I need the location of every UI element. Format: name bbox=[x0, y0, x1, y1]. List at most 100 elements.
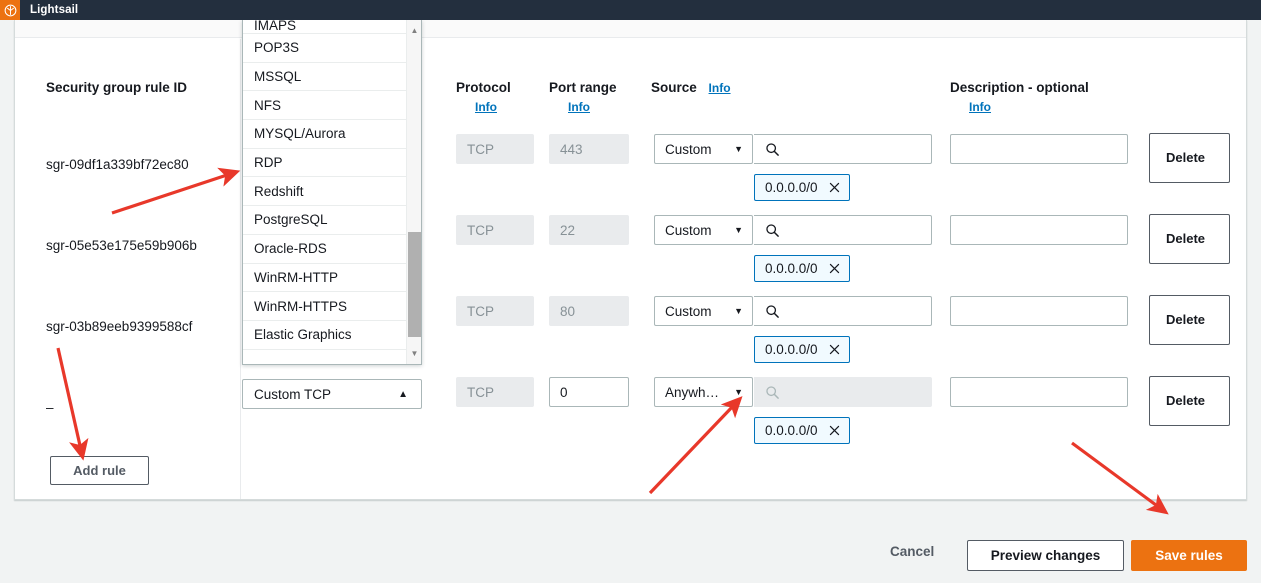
delete-rule-button[interactable]: Delete bbox=[1149, 214, 1230, 264]
protocol-option[interactable]: PostgreSQL bbox=[243, 206, 408, 235]
port-range-field: 80 bbox=[549, 296, 629, 326]
card-header: Inbound rules Info bbox=[15, 20, 1246, 38]
search-icon bbox=[766, 223, 779, 237]
column-header-port-range: Port range Info bbox=[549, 80, 617, 114]
inbound-rules-card: Inbound rules Info Security group rule I… bbox=[14, 20, 1247, 500]
search-icon bbox=[766, 385, 779, 399]
description-input[interactable] bbox=[950, 215, 1128, 245]
protocol-option[interactable]: Oracle-RDS bbox=[243, 235, 408, 264]
protocol-field: TCP bbox=[456, 377, 534, 407]
source-type-value: Custom bbox=[665, 303, 712, 319]
port-range-field: 443 bbox=[549, 134, 629, 164]
rule-id-column-header: Security group rule ID bbox=[46, 80, 188, 95]
description-input[interactable] bbox=[950, 134, 1128, 164]
protocol-option[interactable]: POP3S bbox=[243, 34, 408, 63]
protocol-option[interactable]: IMAPS bbox=[243, 20, 408, 34]
source-info-link[interactable]: Info bbox=[709, 81, 731, 95]
source-type-select[interactable]: Custom ▼ bbox=[654, 215, 753, 245]
close-icon[interactable] bbox=[828, 343, 841, 356]
source-token-label: 0.0.0.0/0 bbox=[765, 342, 818, 357]
port-range-field: 22 bbox=[549, 215, 629, 245]
description-input[interactable] bbox=[950, 296, 1128, 326]
protocol-option[interactable]: WinRM-HTTP bbox=[243, 264, 408, 293]
protocol-option[interactable]: WinRM-HTTPS bbox=[243, 292, 408, 321]
chevron-down-icon: ▼ bbox=[734, 144, 743, 154]
column-header-description: Description - optional Info bbox=[950, 80, 1089, 114]
source-token[interactable]: 0.0.0.0/0 bbox=[754, 255, 850, 282]
preview-changes-button[interactable]: Preview changes bbox=[967, 540, 1124, 571]
source-token-label: 0.0.0.0/0 bbox=[765, 180, 818, 195]
search-icon bbox=[766, 142, 779, 156]
delete-rule-button[interactable]: Delete bbox=[1149, 376, 1230, 426]
column-header-description-label: Description - optional bbox=[950, 80, 1089, 95]
protocol-info-link[interactable]: Info bbox=[475, 100, 511, 114]
chevron-down-icon: ▼ bbox=[734, 225, 743, 235]
close-icon[interactable] bbox=[828, 181, 841, 194]
column-header-source: Source Info bbox=[651, 80, 731, 95]
lightsail-icon bbox=[0, 0, 20, 20]
scroll-down-icon[interactable]: ▼ bbox=[407, 346, 421, 361]
rule-row: TCP 443 Custom ▼ 0.0.0.0/0 Delete bbox=[442, 133, 1248, 215]
save-rules-button[interactable]: Save rules bbox=[1131, 540, 1247, 571]
column-header-port-range-label: Port range bbox=[549, 80, 617, 95]
protocol-option[interactable]: NFS bbox=[243, 91, 408, 121]
chevron-down-icon: ▼ bbox=[734, 387, 743, 397]
protocol-option[interactable]: RDP bbox=[243, 149, 408, 178]
protocol-option[interactable]: MYSQL/Aurora bbox=[243, 120, 408, 149]
port-range-info-link[interactable]: Info bbox=[568, 100, 617, 114]
source-token[interactable]: 0.0.0.0/0 bbox=[754, 174, 850, 201]
protocol-option[interactable]: MSSQL bbox=[243, 63, 408, 92]
source-search-input[interactable] bbox=[754, 215, 932, 245]
rule-id-value: sgr-05e53e175e59b906b bbox=[46, 238, 197, 253]
rule-row: TCP 0 Anywh… ▼ 0.0.0.0/0 Delete bbox=[442, 376, 1248, 458]
source-token-label: 0.0.0.0/0 bbox=[765, 261, 818, 276]
source-type-select[interactable]: Custom ▼ bbox=[654, 134, 753, 164]
rule-id-value: sgr-03b89eeb9399588cf bbox=[46, 319, 193, 334]
rule-row: TCP 22 Custom ▼ 0.0.0.0/0 Delete bbox=[442, 214, 1248, 296]
column-header-protocol-label: Protocol bbox=[456, 80, 511, 95]
footer-actions: Cancel Preview changes Save rules bbox=[0, 516, 1261, 583]
delete-rule-button[interactable]: Delete bbox=[1149, 133, 1230, 183]
window-title-bar: Lightsail bbox=[0, 0, 1261, 20]
source-type-select[interactable]: Anywh… ▼ bbox=[654, 377, 753, 407]
close-icon[interactable] bbox=[828, 424, 841, 437]
source-type-value: Anywh… bbox=[665, 384, 720, 400]
protocol-field: TCP bbox=[456, 134, 534, 164]
protocol-option-list: IMAPS POP3S MSSQL NFS MYSQL/Aurora RDP R… bbox=[243, 20, 408, 364]
source-type-value: Custom bbox=[665, 222, 712, 238]
add-rule-button[interactable]: Add rule bbox=[50, 456, 149, 485]
protocol-option[interactable]: Redshift bbox=[243, 177, 408, 207]
column-header-protocol: Protocol Info bbox=[456, 80, 511, 114]
rules-grid: Protocol Info Port range Info Source Inf… bbox=[442, 39, 1248, 499]
chevron-down-icon: ▼ bbox=[734, 306, 743, 316]
close-icon[interactable] bbox=[828, 262, 841, 275]
source-search-input[interactable] bbox=[754, 296, 932, 326]
description-info-link[interactable]: Info bbox=[969, 100, 1089, 114]
rule-id-value: sgr-09df1a339bf72ec80 bbox=[46, 157, 189, 172]
source-token-label: 0.0.0.0/0 bbox=[765, 423, 818, 438]
cancel-button[interactable]: Cancel bbox=[890, 544, 934, 559]
rule-id-column: Security group rule ID sgr-09df1a339bf72… bbox=[15, 39, 241, 499]
scrollbar-thumb[interactable] bbox=[408, 232, 421, 337]
rule-row: TCP 80 Custom ▼ 0.0.0.0/0 Delete bbox=[442, 295, 1248, 377]
source-search-input[interactable] bbox=[754, 134, 932, 164]
protocol-dropdown-list[interactable]: IMAPS POP3S MSSQL NFS MYSQL/Aurora RDP R… bbox=[242, 20, 422, 365]
chevron-up-icon: ▲ bbox=[398, 388, 408, 400]
source-token[interactable]: 0.0.0.0/0 bbox=[754, 336, 850, 363]
description-input[interactable] bbox=[950, 377, 1128, 407]
source-token[interactable]: 0.0.0.0/0 bbox=[754, 417, 850, 444]
source-type-value: Custom bbox=[665, 141, 712, 157]
page-background: Inbound rules Info Security group rule I… bbox=[0, 20, 1261, 571]
port-range-input[interactable]: 0 bbox=[549, 377, 629, 407]
inbound-rules-info-link[interactable]: Info bbox=[168, 20, 188, 21]
window-title: Lightsail bbox=[30, 4, 79, 16]
protocol-select-value: Custom TCP bbox=[254, 386, 332, 402]
protocol-option[interactable]: Elastic Graphics bbox=[243, 321, 408, 350]
protocol-select-trigger[interactable]: Custom TCP ▲ bbox=[242, 379, 422, 409]
protocol-field: TCP bbox=[456, 296, 534, 326]
dropdown-scrollbar[interactable]: ▲ ▼ bbox=[406, 20, 421, 364]
delete-rule-button[interactable]: Delete bbox=[1149, 295, 1230, 345]
scroll-up-icon[interactable]: ▲ bbox=[407, 23, 421, 38]
source-type-select[interactable]: Custom ▼ bbox=[654, 296, 753, 326]
protocol-field: TCP bbox=[456, 215, 534, 245]
